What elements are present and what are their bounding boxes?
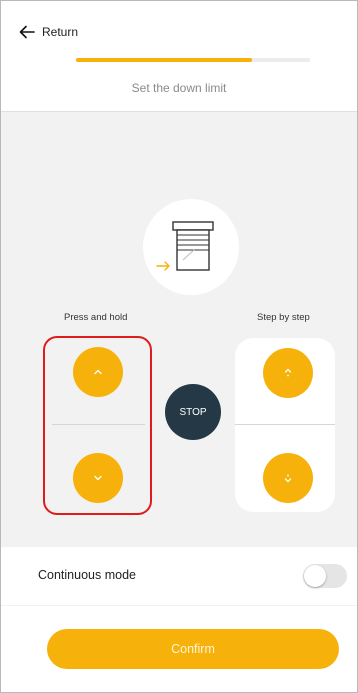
- stop-label: STOP: [179, 406, 207, 418]
- hold-down-button[interactable]: [73, 453, 123, 503]
- step-title: Set the down limit: [131, 81, 227, 95]
- app-screen: Return Set the down limit Press and hold…: [0, 0, 358, 693]
- progress-bar: [76, 58, 310, 62]
- footer: Confirm: [1, 606, 357, 692]
- toggle-knob: [304, 565, 326, 587]
- confirm-label: Confirm: [171, 642, 215, 656]
- continuous-mode-label: Continuous mode: [38, 568, 136, 582]
- return-button[interactable]: Return: [18, 23, 78, 41]
- step-by-step-divider: [235, 424, 335, 425]
- arrow-left-icon: [19, 25, 35, 39]
- hold-up-button[interactable]: [73, 347, 123, 397]
- chevron-up-icon: [94, 369, 102, 375]
- press-and-hold-label: Press and hold: [64, 312, 128, 323]
- step-down-button[interactable]: [263, 453, 313, 503]
- header: Return Set the down limit: [1, 1, 357, 112]
- step-up-button[interactable]: [263, 348, 313, 398]
- continuous-mode-toggle[interactable]: [303, 564, 347, 588]
- stop-button[interactable]: STOP: [165, 384, 221, 440]
- continuous-mode-row: Continuous mode: [1, 547, 357, 605]
- blind-illustration: [143, 199, 239, 295]
- return-label: Return: [42, 25, 79, 39]
- chevron-down-icon: [94, 475, 102, 481]
- step-down-icon: [284, 474, 292, 483]
- blind-icon: [156, 221, 214, 271]
- progress-fill: [76, 58, 252, 62]
- step-by-step-label: Step by step: [257, 312, 310, 323]
- step-up-icon: [284, 368, 292, 377]
- confirm-button[interactable]: Confirm: [47, 629, 339, 669]
